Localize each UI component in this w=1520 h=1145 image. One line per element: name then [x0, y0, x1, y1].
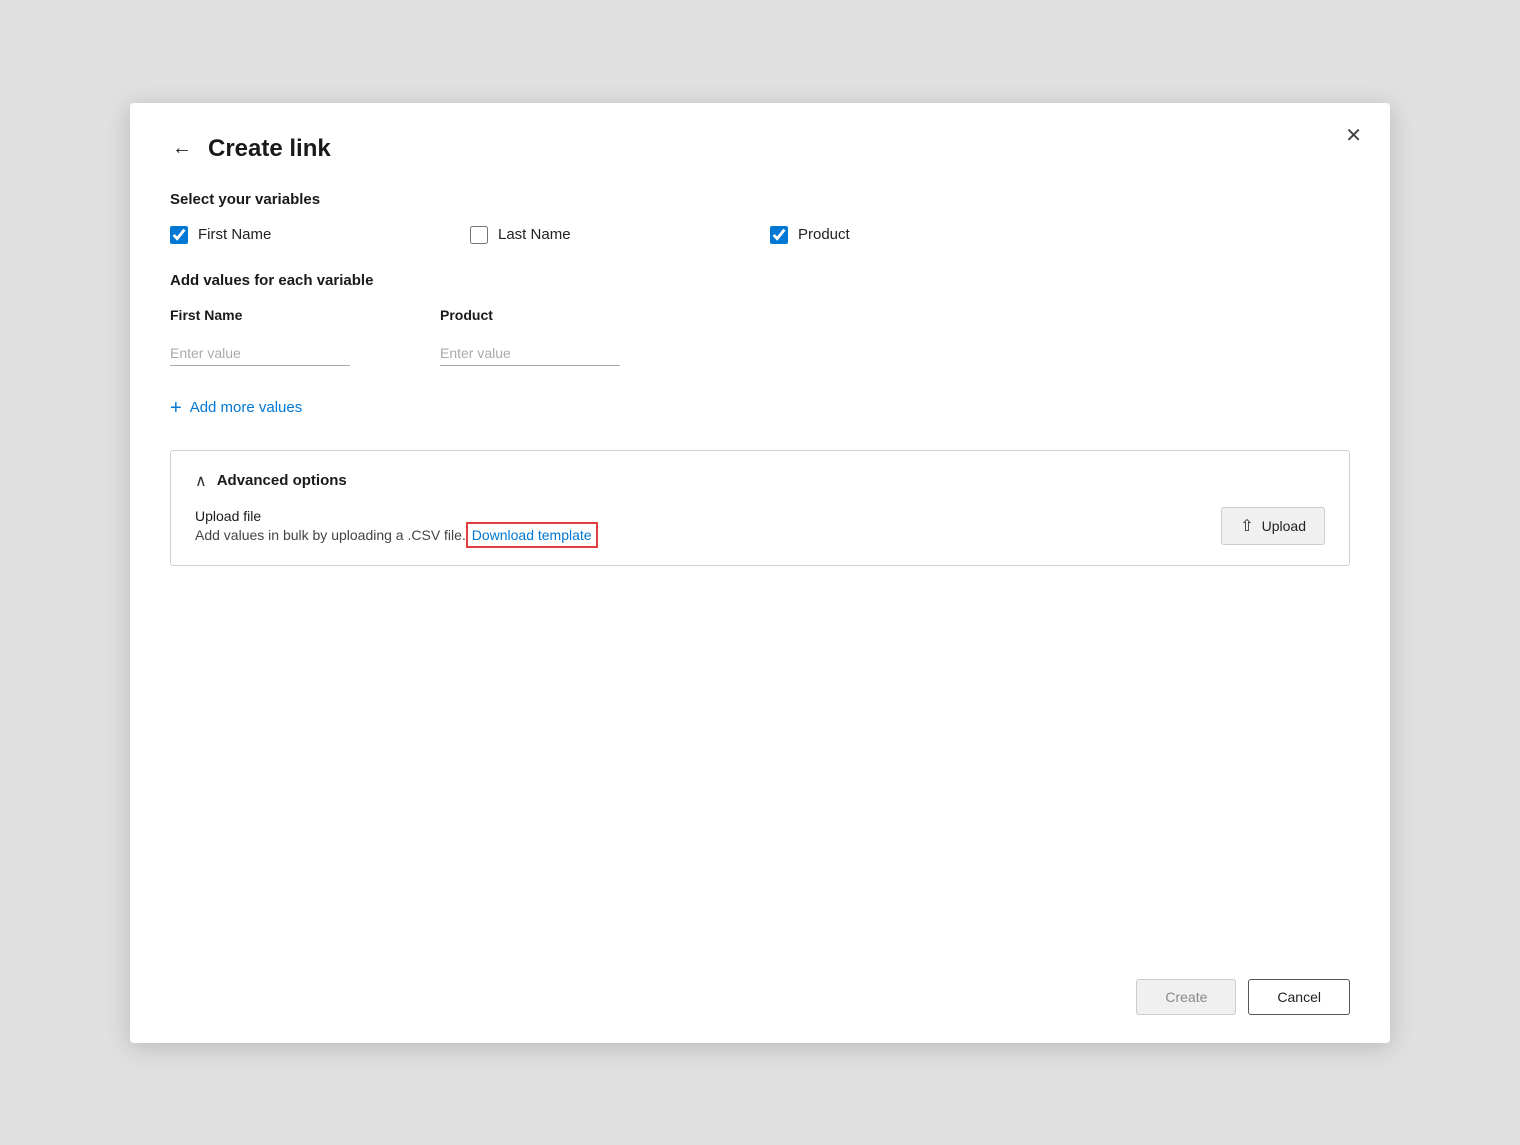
create-button[interactable]: Create [1136, 979, 1236, 1015]
upload-row: Upload file Add values in bulk by upload… [195, 507, 1325, 545]
dialog-footer: Create Cancel [170, 947, 1350, 1015]
upload-desc-text: Add values in bulk by uploading a .CSV f… [195, 527, 466, 543]
advanced-title: Advanced options [217, 472, 347, 489]
close-button[interactable]: ✕ [1345, 123, 1362, 148]
create-link-dialog: ✕ ← Create link Select your variables Fi… [130, 103, 1390, 1043]
value-column-first-name: First Name [170, 307, 380, 366]
checkbox-label-first-name: First Name [198, 226, 271, 243]
upload-arrow-icon: ⇧ [1240, 516, 1253, 536]
upload-description: Add values in bulk by uploading a .CSV f… [195, 527, 594, 543]
advanced-header: ∧ Advanced options [195, 471, 1325, 491]
add-more-label: Add more values [190, 399, 303, 416]
checkbox-label-last-name: Last Name [498, 226, 571, 243]
close-icon: ✕ [1345, 123, 1362, 148]
values-section-label: Add values for each variable [170, 272, 1350, 289]
cancel-button[interactable]: Cancel [1248, 979, 1350, 1015]
upload-button-label: Upload [1262, 518, 1306, 534]
checkbox-label-product: Product [798, 226, 850, 243]
col-label-first-name: First Name [170, 307, 380, 323]
advanced-section-wrapper: ∧ Advanced options Upload file Add value… [170, 450, 1350, 566]
first-name-input[interactable] [170, 341, 350, 366]
upload-file-label: Upload file [195, 508, 594, 524]
checkbox-last-name[interactable] [470, 226, 488, 244]
checkbox-item-product: Product [770, 226, 1070, 244]
back-arrow-icon: ← [172, 137, 192, 160]
checkbox-first-name[interactable] [170, 226, 188, 244]
checkbox-item-last-name: Last Name [470, 226, 770, 244]
col-label-product: Product [440, 307, 650, 323]
dialog-title: Create link [208, 135, 331, 163]
back-button[interactable]: ← [170, 135, 194, 162]
download-template-link[interactable]: Download template [470, 526, 594, 544]
values-columns: First Name Product [170, 307, 1350, 366]
checkbox-item-first-name: First Name [170, 226, 470, 244]
upload-text: Upload file Add values in bulk by upload… [195, 508, 594, 543]
checkboxes-row: First Name Last Name Product [170, 226, 1350, 244]
advanced-section: ∧ Advanced options Upload file Add value… [170, 450, 1350, 566]
upload-button[interactable]: ⇧ Upload [1221, 507, 1325, 545]
variables-section-label: Select your variables [170, 191, 1350, 208]
checkbox-product[interactable] [770, 226, 788, 244]
values-section: Add values for each variable First Name … [170, 272, 1350, 366]
chevron-up-icon: ∧ [195, 471, 207, 491]
variables-section: Select your variables First Name Last Na… [170, 191, 1350, 244]
dialog-header: ← Create link [170, 135, 1350, 163]
product-input[interactable] [440, 341, 620, 366]
value-column-product: Product [440, 307, 650, 366]
add-more-values-button[interactable]: + Add more values [170, 398, 1350, 418]
plus-icon: + [170, 398, 182, 418]
